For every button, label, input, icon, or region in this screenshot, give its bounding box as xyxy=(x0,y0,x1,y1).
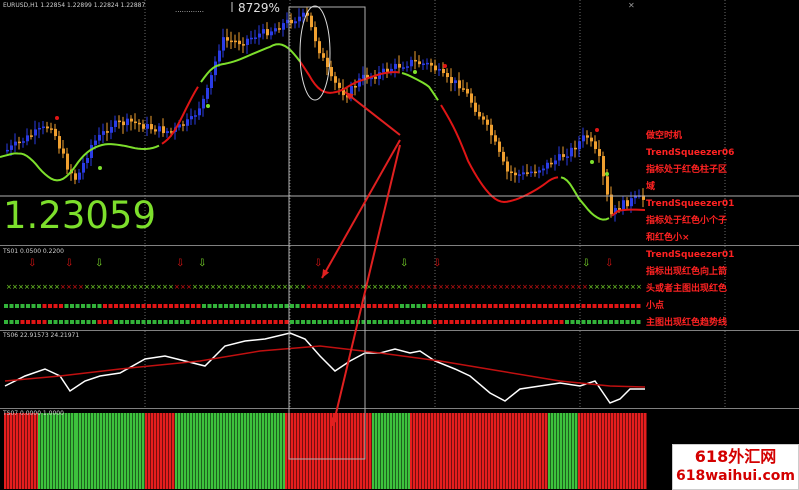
annotation-line: 指标处于红色柱子区 xyxy=(646,165,728,175)
watermark-logo: 618外汇网 618waihui.com xyxy=(672,444,799,490)
annotation-line: 小点 xyxy=(646,301,665,311)
pointer-arrow xyxy=(344,91,401,136)
annotation-line: 头或者主图出现红色 xyxy=(646,284,728,294)
annotation-line: 主图出现红色趋势线 xyxy=(646,318,728,328)
watermark-line2: 618waihui.com xyxy=(676,468,795,484)
annotation-line: 和红色小× xyxy=(646,233,690,243)
annotation-line: TrendSqueezer01 xyxy=(646,250,735,260)
annotation-line: 域 xyxy=(646,182,656,192)
pointer-arrow xyxy=(321,139,401,279)
annotation-text: 做空时机 TrendSqueezer06 指标处于红色柱子区域 TrendSqueez… xyxy=(646,128,766,332)
annotation-line: 指标处于红色小个子 xyxy=(646,216,728,226)
annotation-line: TrendSqueezer01 xyxy=(646,199,735,209)
highlight-ellipse xyxy=(299,5,331,101)
annotation-line: TrendSqueezer06 xyxy=(646,148,735,158)
annotation-line: 指标出现红色向上箭 xyxy=(646,267,728,277)
watermark-line1: 618外汇网 xyxy=(694,447,777,466)
pointer-arrow xyxy=(332,144,401,427)
annotation-line: 做空时机 xyxy=(646,131,683,141)
focus-box xyxy=(288,6,366,460)
